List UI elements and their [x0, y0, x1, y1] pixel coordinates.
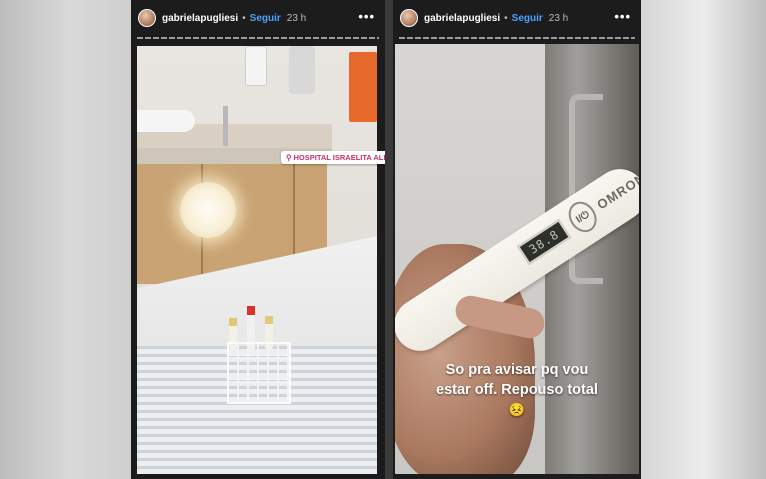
timestamp: 23 h [548, 12, 569, 24]
photo-tube-rack [227, 342, 291, 404]
story-card-right: gabrielapugliesi • Seguir 23 h ••• 38.8 … [393, 0, 641, 479]
story-header: gabrielapugliesi • Seguir 23 h ••• [131, 0, 385, 36]
background-right [641, 0, 766, 479]
username[interactable]: gabrielapugliesi [424, 13, 500, 24]
photo-light-reflection [180, 182, 236, 238]
location-sticker[interactable]: ⚲HOSPITAL ISRAELITA ALBERT EINSTEIN [281, 151, 385, 164]
caption-emoji: 😣 [508, 402, 526, 417]
photo-orange-container [349, 52, 377, 122]
caption-line: So pra avisar pq vou [445, 362, 589, 378]
story-photo[interactable] [137, 46, 377, 474]
separator-dot: • [504, 12, 508, 24]
caption-line: estar off. Repouso total [436, 382, 598, 398]
background-divider [385, 0, 393, 479]
more-options-icon[interactable]: ••• [614, 9, 631, 24]
more-options-icon[interactable]: ••• [358, 9, 375, 24]
story-progress-bar [137, 37, 379, 39]
story-progress-bar [399, 37, 635, 39]
location-pin-icon: ⚲ [286, 153, 292, 162]
timestamp: 23 h [286, 12, 307, 24]
follow-button[interactable]: Seguir [512, 13, 543, 24]
photo-towel-dispenser [289, 46, 315, 94]
avatar[interactable] [400, 9, 418, 27]
photo-faucet [223, 106, 228, 146]
location-text: HOSPITAL ISRAELITA ALBERT EINSTEIN [293, 153, 386, 162]
thermometer-display: 38.8 [517, 219, 572, 265]
photo-soap-dispenser [245, 46, 267, 86]
story-header: gabrielapugliesi • Seguir 23 h ••• [393, 0, 641, 36]
follow-button[interactable]: Seguir [250, 13, 281, 24]
background-left [0, 0, 131, 479]
story-caption: So pra avisar pq vou estar off. Repouso … [393, 360, 641, 420]
separator-dot: • [242, 12, 246, 24]
avatar[interactable] [138, 9, 156, 27]
story-card-left: gabrielapugliesi • Seguir 23 h ••• ⚲ HOSP… [131, 0, 385, 479]
thermometer-brand: OMRON [594, 170, 639, 213]
photo-sink [137, 110, 195, 132]
username[interactable]: gabrielapugliesi [162, 13, 238, 24]
